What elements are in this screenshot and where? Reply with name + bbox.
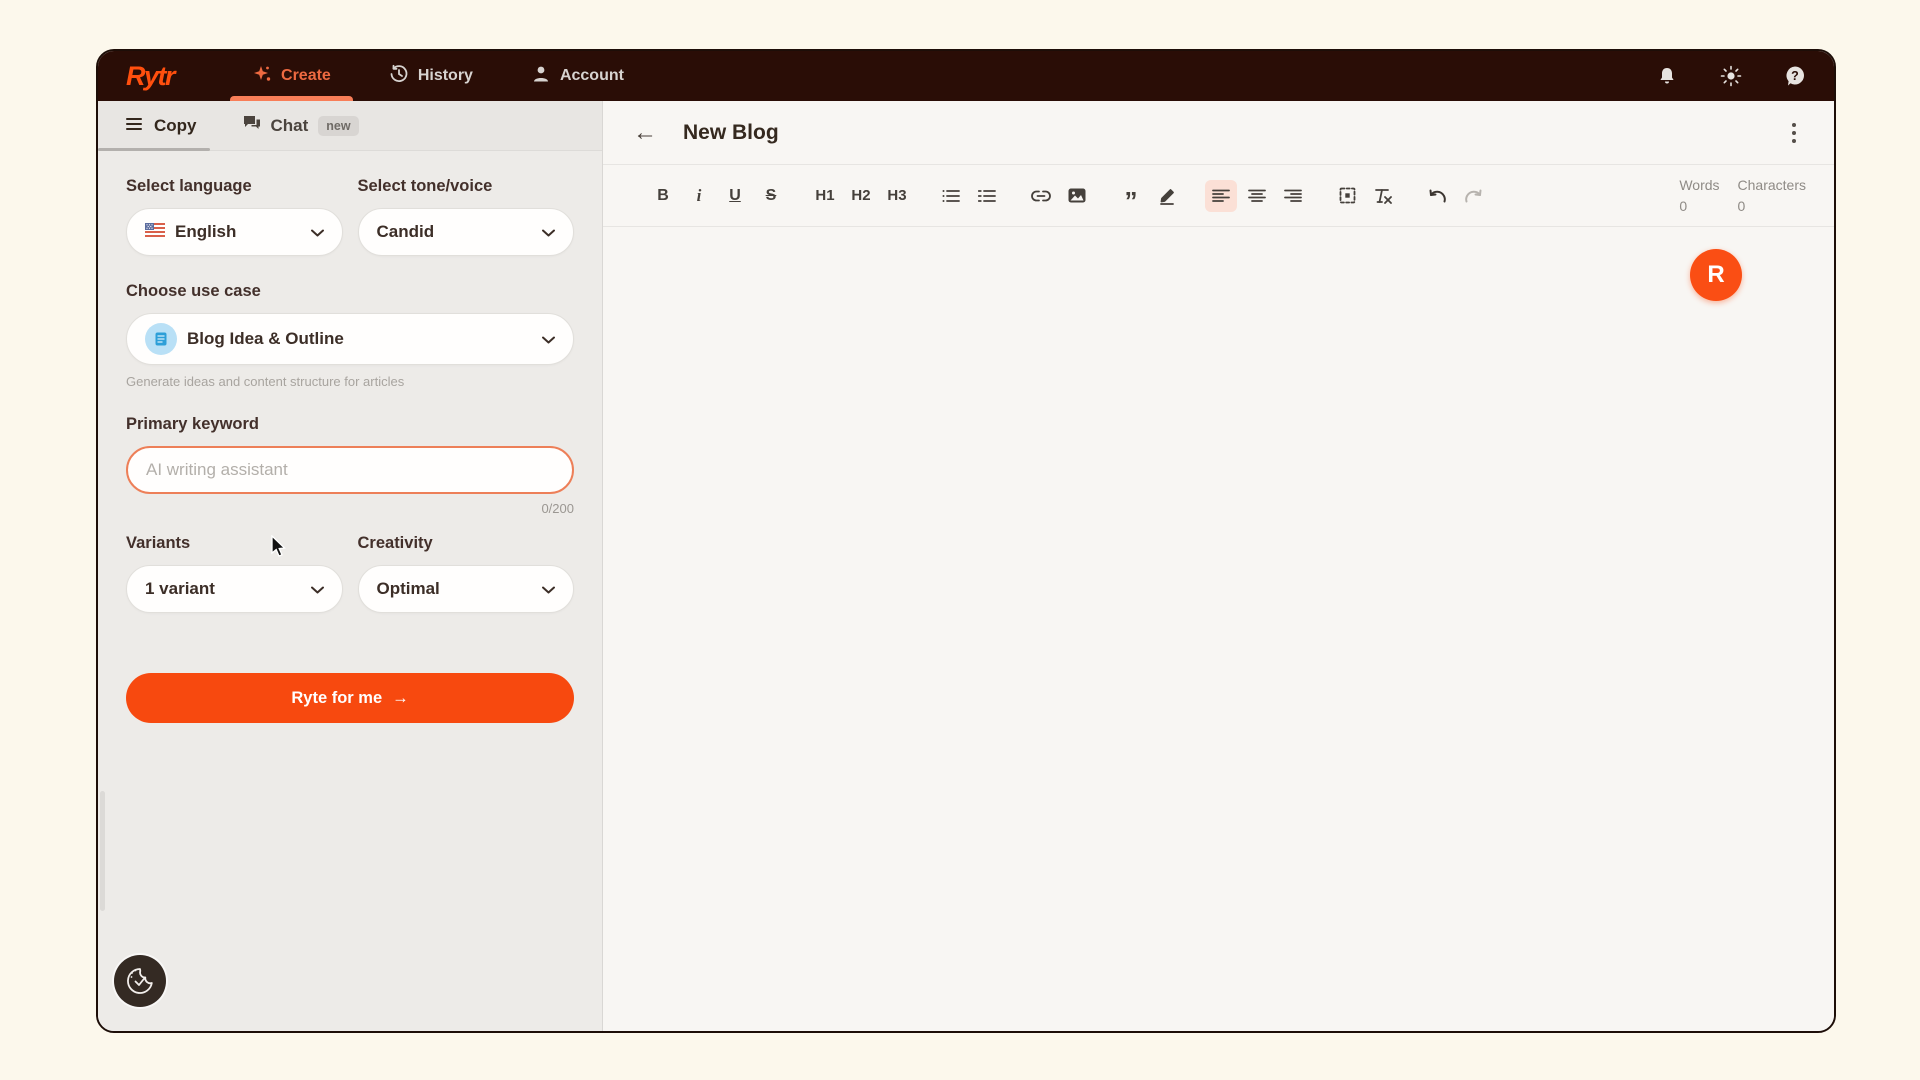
keyword-label: Primary keyword: [126, 415, 574, 434]
language-select[interactable]: English: [126, 208, 343, 256]
tone-label: Select tone/voice: [358, 177, 575, 196]
svg-text:?: ?: [1791, 69, 1799, 83]
heading3-button[interactable]: H3: [881, 180, 913, 212]
editor-toolbar: B i U S H1 H2 H3: [603, 165, 1834, 227]
variants-value: 1 variant: [145, 579, 215, 599]
sidebar: Copy Chat new Select language: [98, 101, 603, 1031]
new-badge: new: [318, 116, 358, 136]
bullet-list-button[interactable]: [935, 180, 967, 212]
usecase-value: Blog Idea & Outline: [187, 329, 344, 349]
theme-sun-icon[interactable]: [1720, 65, 1742, 87]
primary-keyword-input[interactable]: [126, 446, 574, 494]
link-button[interactable]: [1025, 180, 1057, 212]
align-center-button[interactable]: [1241, 180, 1273, 212]
tab-copy[interactable]: Copy: [126, 116, 197, 136]
creativity-select[interactable]: Optimal: [358, 565, 575, 613]
cookie-consent-widget[interactable]: [114, 955, 166, 1007]
embed-frame-button[interactable]: [1331, 180, 1363, 212]
nav-tabs: Create History Account: [252, 51, 624, 101]
history-clock-icon: [389, 64, 409, 89]
words-stat: Words 0: [1679, 175, 1719, 217]
document-stats: Words 0 Characters 0: [1679, 175, 1806, 217]
document-title[interactable]: New Blog: [683, 121, 779, 145]
align-right-button[interactable]: [1277, 180, 1309, 212]
main-split: Copy Chat new Select language: [98, 101, 1834, 1031]
nav-tab-label: Account: [560, 67, 624, 85]
navbar-right-icons: ?: [1656, 65, 1806, 87]
editor-header: ← New Blog: [603, 101, 1834, 165]
nav-tab-label: History: [418, 67, 473, 85]
back-arrow-button[interactable]: ←: [633, 121, 657, 145]
highlight-pen-button[interactable]: [1151, 180, 1183, 212]
ryte-for-me-button[interactable]: Ryte for me →: [126, 673, 574, 723]
nav-tab-create[interactable]: Create: [252, 51, 331, 101]
chevron-down-icon: [542, 579, 555, 599]
heading1-button[interactable]: H1: [809, 180, 841, 212]
sidebar-tabbar: Copy Chat new: [98, 101, 602, 151]
usecase-select[interactable]: Blog Idea & Outline: [126, 313, 574, 365]
blockquote-button[interactable]: ”: [1115, 180, 1147, 212]
characters-stat: Characters 0: [1738, 175, 1806, 217]
words-label: Words: [1679, 175, 1719, 196]
tab-chat-label: Chat: [271, 116, 309, 136]
align-left-button[interactable]: [1205, 180, 1237, 212]
heading2-button[interactable]: H2: [845, 180, 877, 212]
rytr-assistant-widget[interactable]: R: [1690, 249, 1742, 301]
chevron-down-icon: [542, 222, 555, 242]
nav-tab-history[interactable]: History: [389, 51, 473, 101]
tone-select[interactable]: Candid: [358, 208, 575, 256]
arrow-right-icon: →: [392, 689, 409, 708]
nav-tab-label: Create: [281, 67, 331, 85]
us-flag-icon: [145, 222, 165, 242]
language-label: Select language: [126, 177, 343, 196]
person-icon: [531, 64, 551, 89]
cta-label: Ryte for me: [291, 689, 382, 708]
usecase-label: Choose use case: [126, 282, 574, 301]
underline-button[interactable]: U: [719, 180, 751, 212]
clear-formatting-button[interactable]: [1367, 180, 1399, 212]
ordered-list-button[interactable]: [971, 180, 1003, 212]
notifications-bell-icon[interactable]: [1656, 65, 1678, 87]
sparkle-icon: [252, 64, 272, 89]
sidebar-scrollbar[interactable]: [100, 791, 105, 911]
chat-bubble-icon: [243, 115, 261, 136]
app-window: Rytr Create History Account: [96, 49, 1836, 1033]
variants-select[interactable]: 1 variant: [126, 565, 343, 613]
creativity-value: Optimal: [377, 579, 440, 599]
editor-content-area[interactable]: R: [603, 227, 1834, 1031]
creativity-label: Creativity: [358, 534, 575, 553]
tab-copy-label: Copy: [154, 116, 197, 136]
chevron-down-icon: [542, 329, 555, 349]
top-navbar: Rytr Create History Account: [98, 51, 1834, 101]
tone-value: Candid: [377, 222, 435, 242]
usecase-helper-text: Generate ideas and content structure for…: [126, 374, 574, 389]
variants-label: Variants: [126, 534, 343, 553]
strikethrough-button[interactable]: S: [755, 180, 787, 212]
hamburger-lines-icon: [126, 116, 144, 136]
chevron-down-icon: [311, 579, 324, 599]
italic-button[interactable]: i: [683, 180, 715, 212]
editor-panel: ← New Blog B i U S H1 H2 H3: [603, 101, 1834, 1031]
undo-button[interactable]: [1421, 180, 1453, 212]
characters-label: Characters: [1738, 175, 1806, 196]
rytr-logo[interactable]: Rytr: [126, 61, 174, 92]
chevron-down-icon: [311, 222, 324, 242]
bold-button[interactable]: B: [647, 180, 679, 212]
nav-tab-account[interactable]: Account: [531, 51, 624, 101]
active-tab-underline: [98, 148, 210, 151]
characters-value: 0: [1738, 196, 1806, 217]
tab-chat[interactable]: Chat new: [243, 115, 359, 136]
char-counter: 0/200: [126, 501, 574, 516]
redo-button[interactable]: [1457, 180, 1489, 212]
kebab-menu-button[interactable]: [1784, 119, 1804, 147]
image-button[interactable]: [1061, 180, 1093, 212]
blog-document-icon: [145, 323, 177, 355]
generator-form: Select language English Select t: [98, 151, 602, 723]
words-value: 0: [1679, 196, 1719, 217]
help-icon[interactable]: ?: [1784, 65, 1806, 87]
language-value: English: [175, 222, 236, 242]
